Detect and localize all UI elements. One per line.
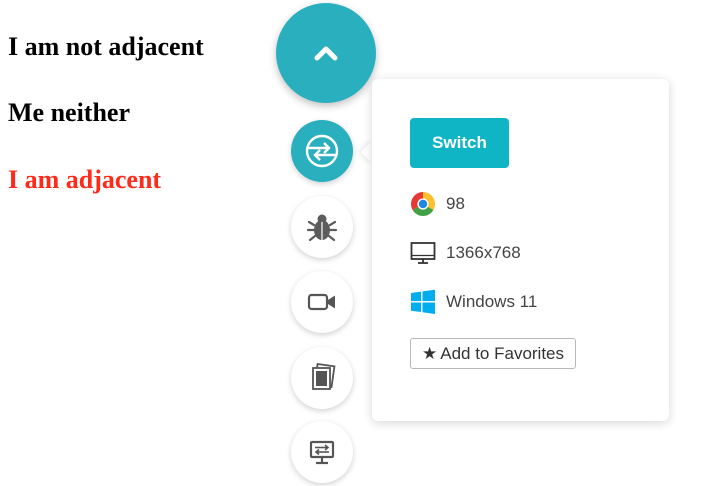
os-text: Windows 11 (446, 292, 538, 311)
os-row: Windows 11 (410, 289, 537, 315)
switch-button[interactable]: Switch (410, 118, 509, 168)
bug-report-button[interactable] (291, 196, 353, 258)
heading-me-neither: Me neither (8, 98, 131, 127)
monitor-icon (410, 240, 436, 266)
heading-adjacent: I am adjacent (8, 165, 162, 194)
record-video-button[interactable] (291, 271, 353, 333)
monitor-transfer-icon (309, 440, 335, 465)
add-to-favorites-button[interactable]: ★ Add to Favorites (410, 338, 576, 369)
switch-arrows-icon (305, 134, 339, 168)
heading-not-adjacent: I am not adjacent (8, 32, 204, 61)
browser-version-text: 98 (446, 194, 465, 213)
video-camera-icon (307, 293, 335, 311)
star-icon: ★ (421, 343, 438, 363)
favorites-label: Add to Favorites (440, 343, 565, 363)
toolbar-toggle-button[interactable] (276, 3, 376, 103)
switch-browser-button[interactable] (291, 120, 353, 182)
resolution-text: 1366x768 (446, 243, 521, 262)
bug-icon (306, 214, 338, 242)
chevron-up-icon (314, 46, 338, 61)
windows-icon (410, 289, 436, 315)
browser-version-row: 98 (410, 191, 465, 217)
remote-desktop-button[interactable] (291, 421, 353, 483)
screenshot-gallery-button[interactable] (291, 347, 353, 409)
gallery-icon (312, 362, 336, 390)
resolution-row: 1366x768 (410, 240, 521, 266)
chrome-icon (410, 191, 436, 217)
